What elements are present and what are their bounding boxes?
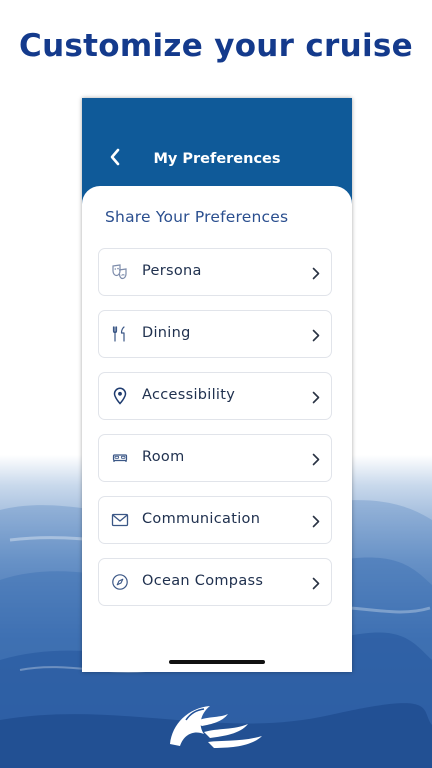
fork-knife-icon — [111, 325, 129, 343]
preference-item-communication[interactable]: Communication — [98, 496, 332, 544]
preferences-list: Persona Dining Accessibility Room Commun… — [98, 248, 332, 620]
chevron-right-icon — [311, 389, 321, 405]
chevron-right-icon — [311, 265, 321, 281]
preferences-panel: Share Your Preferences Persona Dining Ac… — [82, 186, 352, 672]
promo-headline: Customize your cruise — [19, 28, 413, 64]
preference-label: Communication — [142, 511, 261, 527]
chevron-right-icon — [311, 327, 321, 343]
princess-seawitch-logo-icon — [170, 706, 262, 748]
screen-title: My Preferences — [153, 151, 281, 167]
chevron-right-icon — [311, 513, 321, 529]
chevron-right-icon — [311, 451, 321, 467]
phone-screen: My Preferences Share Your Preferences Pe… — [82, 98, 352, 672]
home-indicator — [169, 660, 265, 664]
preference-item-ocean-compass[interactable]: Ocean Compass — [98, 558, 332, 606]
theater-masks-icon — [111, 263, 129, 281]
preference-label: Persona — [142, 263, 202, 279]
location-pin-icon — [111, 387, 129, 405]
preference-label: Dining — [142, 325, 191, 341]
bed-icon — [111, 449, 129, 467]
preference-label: Accessibility — [142, 387, 236, 403]
compass-icon — [111, 573, 129, 591]
chevron-right-icon — [311, 575, 321, 591]
preference-label: Ocean Compass — [142, 573, 264, 589]
preference-item-room[interactable]: Room — [98, 434, 332, 482]
preference-item-accessibility[interactable]: Accessibility — [98, 372, 332, 420]
preference-item-persona[interactable]: Persona — [98, 248, 332, 296]
envelope-icon — [111, 511, 129, 529]
preference-label: Room — [142, 449, 185, 465]
section-title: Share Your Preferences — [105, 208, 289, 226]
preference-item-dining[interactable]: Dining — [98, 310, 332, 358]
